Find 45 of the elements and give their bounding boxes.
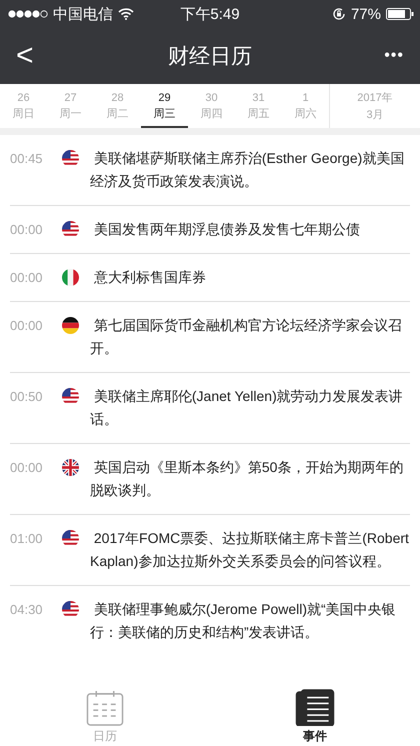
date-tab[interactable]: 31 周五 [235,84,282,128]
event-description: 美国发售两年期浮息债券及发售七年期公债 [92,220,361,239]
event-time: 00:00 [10,221,44,239]
flag-icon [62,388,79,405]
event-description: 英国启动《里斯本条约》第50条，开始为期两年的脱欧谈判。 [90,458,404,500]
event-description: 美联储主席耶伦(Janet Yellen)就劳动力发展发表讲话。 [90,387,404,429]
event-time: 00:00 [10,317,44,335]
date-tab[interactable]: 1 周六 [282,84,329,128]
date-tab[interactable]: 27 周一 [47,84,94,128]
date-tab[interactable]: 28 周二 [94,84,141,128]
event-description: 意大利标售国库券 [92,268,207,287]
event-time: 00:45 [10,150,44,168]
status-time: 下午5:49 [180,4,240,24]
more-button[interactable]: ••• [380,47,408,65]
flag-icon [62,150,79,167]
rotation-lock-icon [332,7,346,21]
tab-bar-item[interactable]: 日历 [0,688,210,746]
date-tab[interactable]: 26 周日 [0,84,47,128]
event-time: 00:50 [10,388,44,406]
date-tab[interactable]: 29 周三 [141,84,188,128]
event-time: 04:30 [10,601,44,619]
signal-icon [8,10,48,18]
back-button[interactable]: < [12,39,38,73]
battery-icon [386,8,414,20]
battery-percent: 77% [350,6,381,22]
wifi-icon [118,8,134,20]
carrier-name: 中国电信 [53,4,113,24]
event-time: 00:00 [10,269,44,287]
event-description: 美联储堪萨斯联储主席乔治(Esther George)就美国经济及货币政策发表演说。 [90,149,406,191]
flag-icon [62,601,79,618]
page-title: 财经日历 [168,44,252,70]
flag-icon [62,317,79,334]
month-selector[interactable]: 2017年 3月 [329,84,420,128]
calendar-icon [86,689,124,726]
date-tab[interactable]: 30 周四 [188,84,235,128]
event-time: 01:00 [10,530,44,548]
flag-icon [62,459,79,476]
event-description: 2017年FOMC票委、达拉斯联储主席卡普兰(Robert Kaplan)参加达拉斯外交关系委员会的问答议程。 [90,529,410,571]
flag-icon [62,221,79,238]
flag-icon [62,269,79,286]
tab-bar-item[interactable]: 事件 [210,688,420,746]
event-description: 美联储理事鲍威尔(Jerome Powell)就“美国中央银行：美联储的历史和结构”发表讲话。 [90,600,397,642]
event-time: 00:00 [10,459,44,477]
event-description: 第七届国际货币金融机构官方论坛经济学家会议召开。 [90,316,403,358]
flag-icon [62,530,79,547]
